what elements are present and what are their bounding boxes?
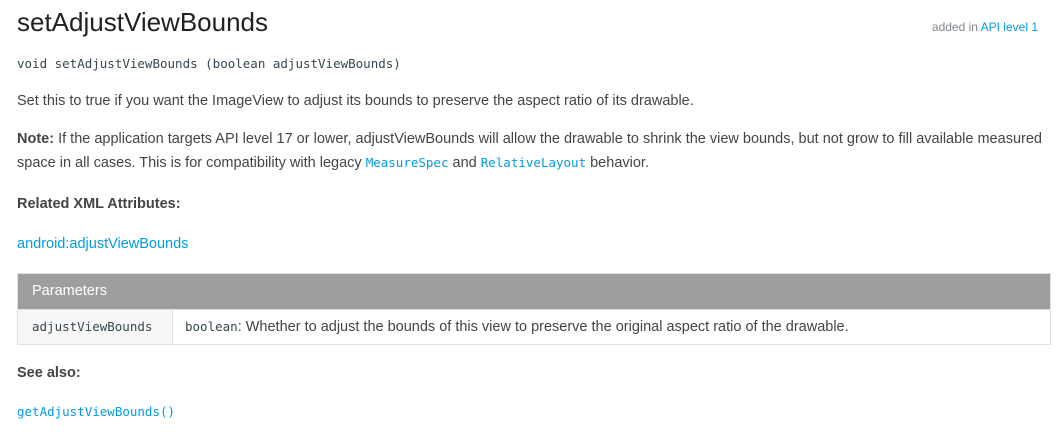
note-paragraph: Note: If the application targets API lev… xyxy=(17,127,1051,175)
get-adjust-view-bounds-link[interactable]: getAdjustViewBounds() xyxy=(17,402,175,422)
parameters-table: Parameters adjustViewBounds boolean: Whe… xyxy=(17,273,1051,345)
param-name: adjustViewBounds xyxy=(18,310,173,344)
param-description: boolean: Whether to adjust the bounds of… xyxy=(173,310,1050,344)
related-xml-heading: Related XML Attributes: xyxy=(17,196,181,212)
param-type: boolean xyxy=(185,319,238,334)
method-description: Set this to true if you want the ImageVi… xyxy=(17,93,694,109)
method-doc: setAdjustViewBounds added in API level 1… xyxy=(17,0,1051,446)
added-prefix: added in xyxy=(931,20,981,34)
api-level-link[interactable]: API level 1 xyxy=(981,20,1038,34)
method-signature: void setAdjustViewBounds (boolean adjust… xyxy=(17,56,401,71)
api-level-badge: added in API level 1 xyxy=(932,19,1038,35)
method-title: setAdjustViewBounds xyxy=(17,7,269,37)
xml-attribute-link[interactable]: android:adjustViewBounds xyxy=(17,234,188,254)
measurespec-link[interactable]: MeasureSpec xyxy=(366,155,449,170)
see-also-heading: See also: xyxy=(17,365,81,381)
relativelayout-link[interactable]: RelativeLayout xyxy=(481,155,586,170)
note-text-2: and xyxy=(448,155,481,171)
param-description-text: : Whether to adjust the bounds of this v… xyxy=(237,319,849,335)
note-text-3: behavior. xyxy=(586,155,649,171)
table-row: adjustViewBounds boolean: Whether to adj… xyxy=(18,309,1050,344)
parameters-header: Parameters xyxy=(18,274,1050,309)
note-label: Note: xyxy=(17,131,55,147)
